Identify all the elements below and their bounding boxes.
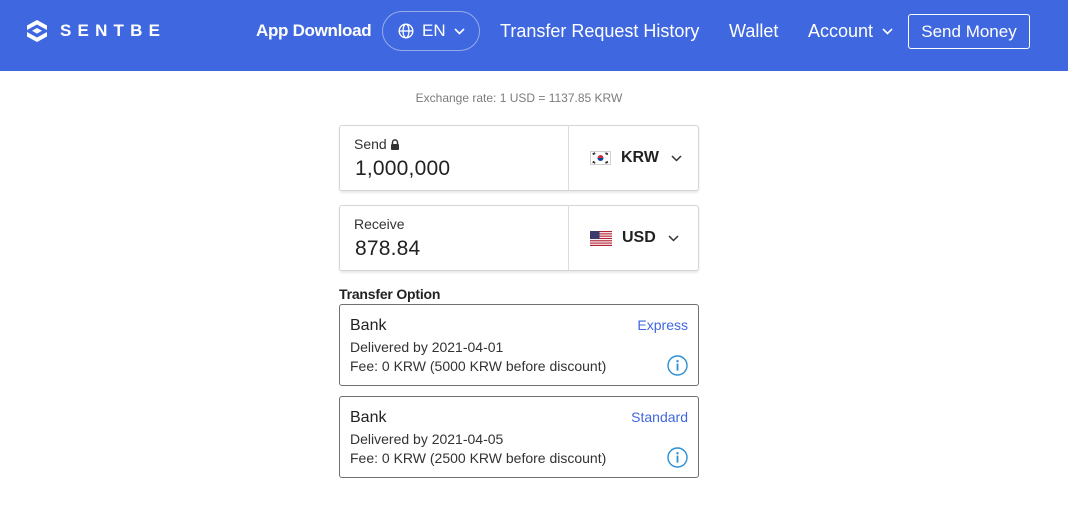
send-label: Send <box>354 136 400 152</box>
lock-icon <box>390 138 399 150</box>
send-amount-input[interactable]: 1,000,000 <box>355 157 450 181</box>
send-label-text: Send <box>354 136 387 152</box>
chevron-down-icon <box>882 28 893 35</box>
option-speed-label: Express <box>637 317 688 333</box>
transfer-option-card-express[interactable]: Bank Express Delivered by 2021-04-01 Fee… <box>339 304 699 386</box>
us-flag-icon <box>590 230 612 246</box>
nav-account-label: Account <box>808 21 874 41</box>
top-navigation-bar: SENTBE App Download EN Transfer Request … <box>0 0 1068 71</box>
option-fee: Fee: 0 KRW (5000 KRW before discount) <box>350 358 607 374</box>
receive-currency-selector[interactable]: USD <box>569 206 698 270</box>
nav-transfer-request-history[interactable]: Transfer Request History <box>500 21 699 42</box>
transfer-option-heading: Transfer Option <box>339 286 441 302</box>
receive-currency-code: USD <box>622 229 656 246</box>
app-download-link[interactable]: App Download <box>256 21 372 41</box>
send-currency-selector[interactable]: KRW <box>569 126 698 190</box>
send-amount-field: Send 1,000,000 KRW <box>339 125 699 191</box>
language-selector[interactable]: EN <box>382 11 480 51</box>
nav-account-menu[interactable]: Account <box>808 21 893 42</box>
option-delivery-date: Delivered by 2021-04-05 <box>350 431 504 447</box>
info-icon[interactable] <box>667 447 688 468</box>
option-speed-label: Standard <box>631 409 688 425</box>
chevron-down-icon <box>668 234 679 242</box>
globe-icon <box>398 23 414 39</box>
exchange-rate-text: Exchange rate: 1 USD = 1137.85 KRW <box>415 91 623 105</box>
transfer-option-card-standard[interactable]: Bank Standard Delivered by 2021-04-05 Fe… <box>339 396 699 478</box>
option-fee: Fee: 0 KRW (2500 KRW before discount) <box>350 450 607 466</box>
chevron-down-icon <box>671 154 682 162</box>
send-money-button[interactable]: Send Money <box>908 14 1030 49</box>
receive-amount-field: Receive 878.84 USD <box>339 205 699 271</box>
receive-label: Receive <box>354 216 405 232</box>
sentbe-logo-icon <box>27 20 47 42</box>
south-korea-flag-icon <box>590 151 611 165</box>
receive-amount-input[interactable]: 878.84 <box>355 237 420 261</box>
option-title: Bank <box>350 409 387 426</box>
option-title: Bank <box>350 317 387 334</box>
logo-wordmark: SENTBE <box>60 21 167 40</box>
nav-wallet[interactable]: Wallet <box>729 21 778 42</box>
option-delivery-date: Delivered by 2021-04-01 <box>350 339 504 355</box>
chevron-down-icon <box>454 27 465 35</box>
send-currency-code: KRW <box>621 149 659 166</box>
language-label: EN <box>422 21 446 40</box>
sentbe-logo[interactable]: SENTBE <box>25 19 166 43</box>
info-icon[interactable] <box>667 355 688 376</box>
